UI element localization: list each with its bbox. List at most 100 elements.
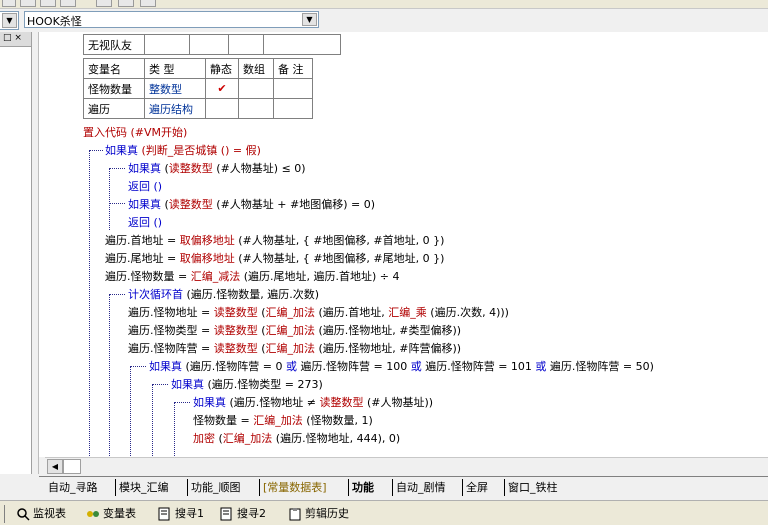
toolbar-button[interactable] xyxy=(40,0,56,7)
code-line[interactable]: 加密 (汇编_加法 (遍历.怪物地址, 444), 0) xyxy=(193,430,400,446)
table-row[interactable]: 怪物数量 整数型 ✔ xyxy=(83,78,313,99)
variable-type[interactable]: 整数型 xyxy=(144,78,206,99)
toolbar-button[interactable] xyxy=(96,0,112,7)
tab-label: 搜寻2 xyxy=(237,507,266,520)
flow-line xyxy=(109,203,125,204)
code-line[interactable]: 返回 () xyxy=(128,178,162,194)
chevron-down-icon[interactable]: ▼ xyxy=(302,13,317,26)
flow-line xyxy=(109,294,110,457)
tab-auto-story[interactable]: 自动_剧情 xyxy=(392,479,449,496)
flow-line xyxy=(174,402,190,403)
code-line[interactable]: 如果真 (判断_是否城镇 () = 假) xyxy=(105,142,261,158)
note-cell[interactable] xyxy=(273,78,313,99)
tab-functions[interactable]: 功能 xyxy=(348,479,377,496)
tab-constants-table[interactable]: [常量数据表] xyxy=(259,479,330,496)
code-line[interactable]: 遍历.怪物阵营 = 读整数型 (汇编_加法 (遍历.怪物地址, #阵营偏移)) xyxy=(128,340,461,356)
search-list-icon xyxy=(158,507,170,521)
toolbar-button[interactable] xyxy=(2,0,16,7)
tab-watch-table[interactable]: 监视表 xyxy=(16,505,66,523)
flow-line xyxy=(109,168,110,230)
variable-name[interactable]: 遍历 xyxy=(83,98,145,119)
toolbar-button[interactable] xyxy=(60,0,76,7)
variable-table: 变量名 类 型 静态 数组 备 注 怪物数量 整数型 ✔ 遍历 遍历结构 xyxy=(83,58,313,119)
chevron-down-icon[interactable]: ▼ xyxy=(2,13,17,28)
code-line[interactable]: 怪物数量 = 汇编_加法 (怪物数量, 1) xyxy=(193,412,373,428)
parameter-cell[interactable] xyxy=(228,34,264,55)
code-line[interactable]: 遍历.怪物地址 = 读整数型 (汇编_加法 (遍历.首地址, 汇编_乘 (遍历.… xyxy=(128,304,509,320)
parameter-name[interactable]: 无视队友 xyxy=(83,34,145,55)
horizontal-scrollbar[interactable]: ◀ xyxy=(45,457,768,475)
scroll-left-icon[interactable]: ◀ xyxy=(47,459,63,474)
flow-line xyxy=(89,150,103,151)
subroutine-combo[interactable]: HOOK杀怪 ▼ xyxy=(24,11,319,28)
column-header: 备 注 xyxy=(273,58,313,79)
toolbar-button[interactable] xyxy=(118,0,134,7)
tab-window-tiezhu[interactable]: 窗口_铁柱 xyxy=(504,479,561,496)
code-line[interactable]: 置入代码 (#VM开始) xyxy=(83,124,187,140)
flow-line xyxy=(130,366,146,367)
flow-line xyxy=(152,384,153,457)
variable-name[interactable]: 怪物数量 xyxy=(83,78,145,99)
column-header: 数组 xyxy=(238,58,274,79)
code-line[interactable]: 遍历.尾地址 = 取偏移地址 (#人物基址, { #地图偏移, #尾地址, 0 … xyxy=(105,250,444,266)
parameter-table: 无视队友 xyxy=(83,34,341,55)
array-cell[interactable] xyxy=(238,78,274,99)
left-panel: □ × xyxy=(0,32,32,474)
code-line[interactable]: 遍历.首地址 = 取偏移地址 (#人物基址, { #地图偏移, #首地址, 0 … xyxy=(105,232,444,248)
code-line[interactable]: 如果真 (遍历.怪物地址 ≠ 读整数型 (#人物基址)) xyxy=(193,394,433,410)
flow-line xyxy=(152,384,168,385)
tab-clip-history[interactable]: 剪辑历史 xyxy=(288,505,349,523)
tab-label: 变量表 xyxy=(103,507,136,520)
table-row[interactable]: 遍历 遍历结构 xyxy=(83,98,313,119)
column-header: 变量名 xyxy=(83,58,145,79)
module-tabs: 自动_寻路 模块_汇编 功能_顺图 [常量数据表] 功能 自动_剧情 全屏 窗口… xyxy=(39,476,768,499)
tab-auto-pathfinding[interactable]: 自动_寻路 xyxy=(45,479,101,496)
variable-type[interactable]: 遍历结构 xyxy=(144,98,206,119)
code-line[interactable]: 如果真 (读整数型 (#人物基址) ≤ 0) xyxy=(128,160,306,176)
parameter-cell[interactable] xyxy=(144,34,190,55)
static-check[interactable]: ✔ xyxy=(205,78,239,99)
tab-label: 监视表 xyxy=(33,507,66,520)
magnifier-icon xyxy=(17,508,30,521)
code-line[interactable]: 如果真 (遍历.怪物类型 = 273) xyxy=(171,376,323,392)
panel-controls[interactable]: □ × xyxy=(3,33,22,43)
tab-module-asm[interactable]: 模块_汇编 xyxy=(115,479,172,496)
subroutine-combo-value: HOOK杀怪 xyxy=(27,15,82,28)
toolbar-button[interactable] xyxy=(20,0,36,7)
code-line[interactable]: 如果真 (遍历.怪物阵营 = 0 或 遍历.怪物阵营 = 100 或 遍历.怪物… xyxy=(149,358,654,374)
combo-row: ▼ HOOK杀怪 ▼ xyxy=(0,9,768,31)
editor-gutter xyxy=(32,32,39,474)
tab-divider xyxy=(4,505,5,523)
code-line[interactable]: 计次循环首 (遍历.怪物数量, 遍历.次数) xyxy=(128,286,319,302)
scroll-thumb[interactable] xyxy=(63,459,81,474)
column-header: 类 型 xyxy=(144,58,206,79)
tab-search-1[interactable]: 搜寻1 xyxy=(158,505,204,523)
tab-fullscreen[interactable]: 全屏 xyxy=(462,479,491,496)
bottom-panel-tabs: 监视表 变量表 搜寻1 搜寻2 剪辑历史 xyxy=(0,500,768,525)
toolbar-button[interactable] xyxy=(140,0,156,7)
variables-icon xyxy=(87,511,99,517)
clipboard-icon xyxy=(289,508,301,521)
tab-label: 搜寻1 xyxy=(175,507,204,520)
code-editor[interactable]: 无视队友 变量名 类 型 静态 数组 备 注 怪物数量 整数型 ✔ 遍历 遍历结… xyxy=(39,32,768,457)
flow-line xyxy=(89,150,90,457)
code-line[interactable]: 遍历.怪物类型 = 读整数型 (汇编_加法 (遍历.怪物地址, #类型偏移)) xyxy=(128,322,461,338)
object-combo[interactable]: ▼ xyxy=(0,11,19,30)
note-cell[interactable] xyxy=(273,98,313,119)
flow-line xyxy=(130,366,131,457)
parameter-cell[interactable] xyxy=(263,34,341,55)
tab-search-2[interactable]: 搜寻2 xyxy=(220,505,266,523)
toolbar xyxy=(0,0,768,9)
static-check[interactable] xyxy=(205,98,239,119)
tab-variable-table[interactable]: 变量表 xyxy=(86,505,136,523)
flow-line xyxy=(109,168,125,169)
code-line[interactable]: 返回 () xyxy=(128,214,162,230)
flow-line xyxy=(174,402,175,457)
tab-map-traversal[interactable]: 功能_顺图 xyxy=(187,479,244,496)
left-panel-header: □ × xyxy=(0,32,31,47)
parameter-cell[interactable] xyxy=(189,34,229,55)
code-line[interactable]: 遍历.怪物数量 = 汇编_减法 (遍历.尾地址, 遍历.首地址) ÷ 4 xyxy=(105,268,400,284)
array-cell[interactable] xyxy=(238,98,274,119)
code-line[interactable]: 如果真 (读整数型 (#人物基址 + #地图偏移) = 0) xyxy=(128,196,375,212)
flow-line xyxy=(109,294,125,295)
